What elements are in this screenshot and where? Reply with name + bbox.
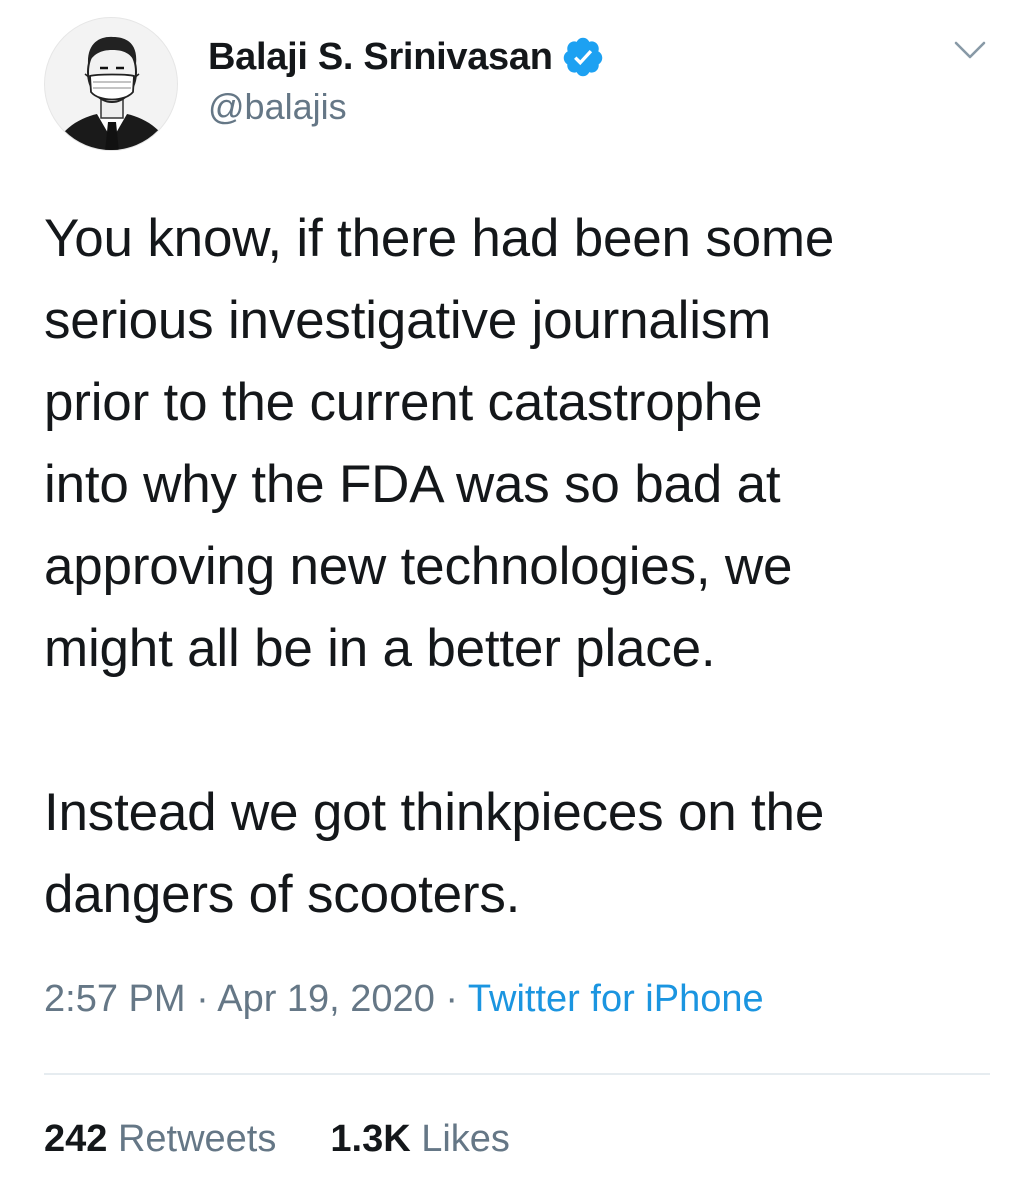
author-display-name[interactable]: Balaji S. Srinivasan bbox=[208, 36, 553, 79]
masked-man-avatar-icon bbox=[53, 36, 171, 150]
tweet-date[interactable]: Apr 19, 2020 bbox=[217, 978, 435, 1020]
likes-label: Likes bbox=[410, 1118, 510, 1160]
likes-count: 1.3K bbox=[330, 1118, 411, 1160]
tweet-meta: 2:57 PM · Apr 19, 2020 · Twitter for iPh… bbox=[44, 978, 764, 1021]
tweet-text: You know, if there had been some serious… bbox=[44, 198, 1004, 936]
tweet-paragraph: Instead we got thinkpieces on the danger… bbox=[44, 783, 825, 924]
retweets-stat[interactable]: 242 Retweets bbox=[44, 1118, 276, 1161]
chevron-down-icon[interactable] bbox=[952, 36, 988, 64]
tweet-card: Balaji S. Srinivasan @balajis You know, … bbox=[0, 0, 1034, 1200]
author-handle[interactable]: @balajis bbox=[208, 86, 347, 128]
tweet-paragraph: You know, if there had been some serious… bbox=[44, 209, 835, 678]
retweets-count: 242 bbox=[44, 1118, 108, 1160]
meta-separator: · bbox=[185, 978, 218, 1020]
tweet-stats: 242 Retweets 1.3K Likes bbox=[44, 1118, 510, 1161]
retweets-label: Retweets bbox=[107, 1118, 277, 1160]
author-name-row[interactable]: Balaji S. Srinivasan bbox=[208, 34, 605, 80]
tweet-source-link[interactable]: Twitter for iPhone bbox=[468, 978, 764, 1020]
likes-stat[interactable]: 1.3K Likes bbox=[330, 1118, 510, 1161]
divider bbox=[44, 1073, 990, 1075]
tweet-time[interactable]: 2:57 PM bbox=[44, 978, 186, 1020]
meta-separator: · bbox=[434, 978, 468, 1020]
avatar[interactable] bbox=[44, 17, 178, 151]
verified-badge-icon bbox=[561, 35, 605, 79]
